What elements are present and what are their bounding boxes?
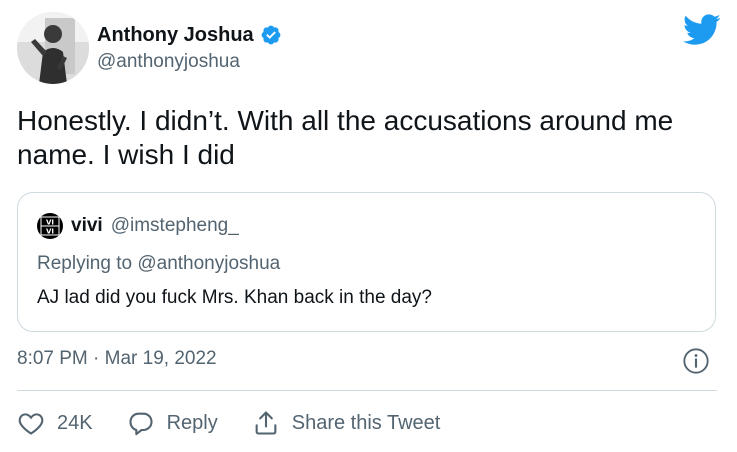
tweet-actions-bar: 24K Reply Share this Tweet [17, 403, 474, 443]
quoted-tweet-text: AJ lad did you fuck Mrs. Khan back in th… [37, 287, 432, 308]
info-icon[interactable] [682, 347, 710, 375]
vivi-logo-icon: VI VI [40, 216, 60, 236]
share-button[interactable]: Share this Tweet [252, 409, 441, 437]
tweet-header: Anthony Joshua @anthonyjoshua [17, 12, 721, 84]
reply-bubble-icon [129, 412, 153, 436]
quoted-replying-to: Replying to @anthonyjoshua [37, 253, 281, 274]
svg-text:VI: VI [46, 228, 54, 236]
author-handle[interactable]: @anthonyjoshua [97, 51, 282, 73]
heart-icon [18, 413, 44, 435]
share-icon [255, 411, 277, 435]
reply-button[interactable]: Reply [127, 409, 218, 437]
tweet-timestamp[interactable]: 8:07 PM · Mar 19, 2022 [17, 348, 217, 370]
quoted-author-handle: @imstepheng_ [110, 215, 239, 236]
svg-text:VI: VI [46, 219, 54, 227]
verified-badge-icon [260, 24, 282, 46]
like-count: 24K [57, 411, 93, 434]
share-label: Share this Tweet [291, 411, 441, 434]
quoted-author-avatar: VI VI [37, 213, 63, 239]
reply-label: Reply [166, 411, 218, 434]
quoted-author-name: vivi [71, 215, 103, 236]
tweet-text: Honestly. I didn’t. With all the accusat… [17, 105, 674, 170]
quoted-tweet-card[interactable]: VI VI vivi @imstepheng_ Replying to @ant… [17, 192, 716, 332]
twitter-bird-icon[interactable] [683, 14, 721, 46]
author-avatar[interactable] [17, 12, 89, 84]
author-display-name[interactable]: Anthony Joshua [97, 24, 254, 47]
like-button[interactable]: 24K [17, 409, 93, 437]
divider [17, 390, 717, 391]
